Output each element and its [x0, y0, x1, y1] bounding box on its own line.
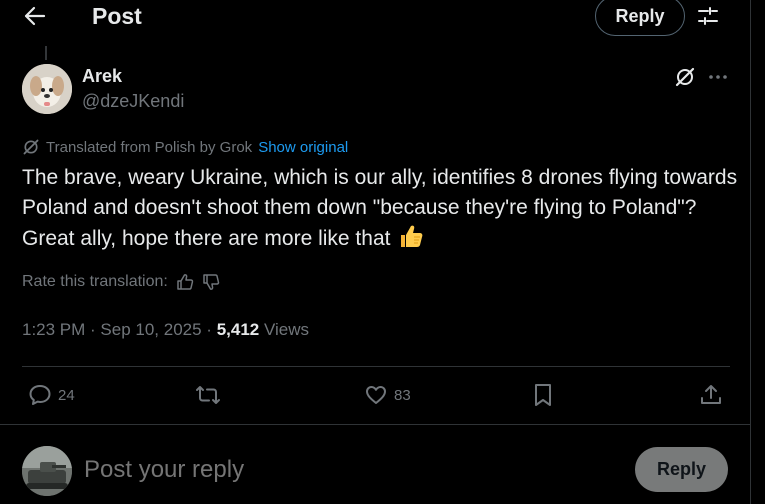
- tune-button[interactable]: [694, 2, 722, 30]
- views-count: 5,412: [216, 320, 260, 339]
- heart-icon: [364, 383, 388, 407]
- repost-action[interactable]: [194, 380, 222, 410]
- post-text: The brave, weary Ukraine, which is our a…: [22, 163, 742, 258]
- page-title: Post: [92, 3, 142, 29]
- post-date[interactable]: Sep 10, 2025: [100, 320, 201, 339]
- meta-separator: ·: [201, 320, 217, 339]
- rate-label: Rate this translation:: [22, 273, 168, 290]
- thumbs-down-icon[interactable]: [202, 273, 220, 291]
- header-reply-button[interactable]: Reply: [595, 0, 685, 36]
- author-name[interactable]: Arek: [82, 66, 122, 87]
- more-horizontal-icon: [708, 74, 728, 80]
- more-button[interactable]: [704, 64, 732, 90]
- reply-submit-button[interactable]: Reply: [635, 447, 728, 492]
- share-action[interactable]: [699, 380, 723, 410]
- translation-label: Translated from Polish by Grok: [46, 138, 253, 156]
- author-avatar[interactable]: [22, 64, 72, 114]
- like-action[interactable]: 83: [364, 380, 411, 410]
- thumbs-up-icon[interactable]: [176, 273, 194, 291]
- grok-button[interactable]: [672, 64, 698, 90]
- thread-line: [45, 46, 47, 60]
- header: Post Reply: [0, 0, 750, 36]
- column-border: [750, 0, 751, 504]
- post-page: Post Reply Arek @dzeJKendi Translated fr…: [0, 0, 765, 504]
- post-body: The brave, weary Ukraine, which is our a…: [22, 166, 738, 250]
- reply-count: 24: [58, 386, 75, 404]
- reply-action[interactable]: 24: [28, 380, 75, 410]
- bookmark-icon: [532, 383, 554, 407]
- reply-input[interactable]: [84, 453, 604, 487]
- share-icon: [699, 383, 723, 407]
- grok-icon: [674, 66, 696, 88]
- repost-icon: [194, 383, 222, 407]
- translation-notice: Translated from Polish by Grok Show orig…: [22, 137, 348, 157]
- post-meta: 1:23 PM · Sep 10, 2025 · 5,412 Views: [22, 320, 309, 340]
- user-avatar[interactable]: [22, 446, 72, 496]
- author-handle[interactable]: @dzeJKendi: [82, 91, 184, 112]
- reply-icon: [28, 383, 52, 407]
- tune-icon: [697, 5, 719, 27]
- meta-separator: ·: [85, 320, 101, 339]
- show-original-link[interactable]: Show original: [258, 139, 348, 156]
- bookmark-action[interactable]: [532, 380, 554, 410]
- like-count: 83: [394, 386, 411, 404]
- grok-icon: [22, 138, 40, 156]
- views-label: Views: [259, 320, 309, 339]
- post-time[interactable]: 1:23 PM: [22, 320, 85, 339]
- divider: [0, 424, 750, 425]
- back-button[interactable]: [20, 2, 50, 30]
- thumbs-up-emoji: [398, 223, 424, 258]
- rate-translation: Rate this translation:: [22, 271, 220, 293]
- arrow-left-icon: [24, 6, 46, 26]
- divider: [22, 366, 730, 367]
